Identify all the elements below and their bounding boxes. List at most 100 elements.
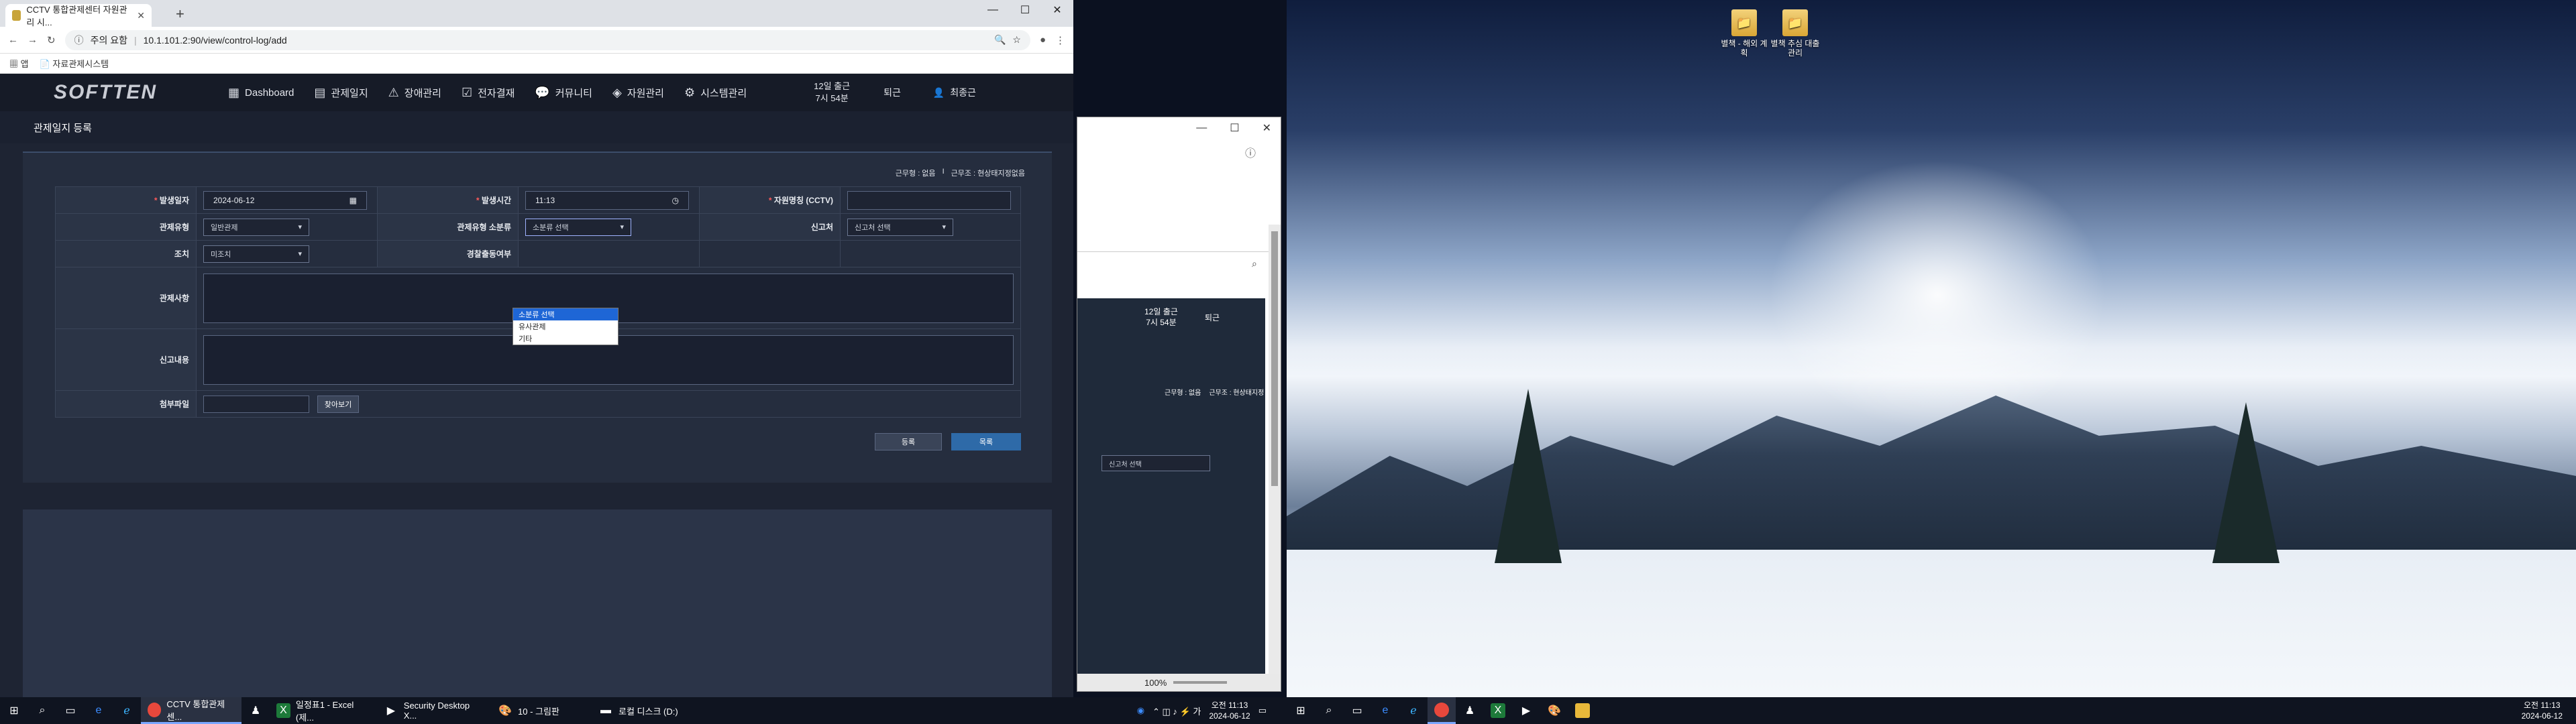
new-tab-button[interactable]: +	[176, 5, 184, 23]
user-menu[interactable]: 👤 최종근	[933, 86, 976, 99]
zoom-icon[interactable]: 🔍	[994, 34, 1006, 46]
forward-icon[interactable]: →	[28, 34, 38, 46]
app-icon: ♟	[1464, 705, 1475, 717]
tab-close-icon[interactable]: ✕	[137, 10, 145, 21]
dropdown-option[interactable]: 소분류 선택	[513, 308, 618, 320]
taskbar: ⊞ ⌕ ▭ e ℯ CCTV 통합관제센... ♟ X 일정표1 - Excel …	[0, 697, 1287, 724]
reload-icon[interactable]: ↻	[47, 34, 56, 46]
tray-icons[interactable]: ⌃ ◫ ♪ ⚡ 가	[1152, 705, 1201, 717]
type-select[interactable]: 일반관제 ▾	[203, 218, 309, 236]
browse-button[interactable]: 찾아보기	[317, 395, 359, 413]
ie-button[interactable]: ℯ	[1399, 697, 1428, 724]
date-label: * 발생일자	[55, 186, 197, 214]
tab-bar: CCTV 통합관제센터 자원관리 시... ✕ + — ☐ ✕	[0, 0, 1073, 27]
taskbar-item-app[interactable]: ♟	[241, 697, 270, 724]
desktop-icon-label: 별책 추심 대출관리	[1770, 39, 1820, 58]
tray-app-icon[interactable]: ◉	[1137, 705, 1144, 716]
menu-icon[interactable]: ⋮	[1055, 34, 1065, 46]
ie-button[interactable]: ℯ	[113, 697, 141, 724]
taskbar-item-security[interactable]: ▶ Security Desktop X...	[377, 697, 491, 724]
sunlight	[1770, 161, 2105, 429]
time-input[interactable]: 11:13 ◷	[525, 190, 689, 210]
edge-button[interactable]: e	[1371, 697, 1399, 724]
register-button[interactable]: 등록	[875, 433, 942, 450]
clock[interactable]: 오전 11:13 2024-06-12	[1209, 700, 1250, 721]
excel-button[interactable]: X	[1484, 697, 1512, 724]
star-icon[interactable]: ☆	[1012, 34, 1021, 46]
page-title: 관제일지 등록	[0, 111, 1073, 143]
nav-item-community[interactable]: 💬 커뮤니티	[535, 86, 592, 100]
folder-icon: 📁	[1731, 9, 1757, 36]
taskbar-item-chrome[interactable]: CCTV 통합관제센...	[141, 697, 241, 724]
maximize-button[interactable]: ☐	[1230, 121, 1239, 135]
search-button[interactable]: ⌕	[1315, 697, 1343, 724]
chrome-button[interactable]	[1428, 697, 1456, 724]
leave-button[interactable]: 퇴근	[883, 86, 901, 99]
nav-item-system[interactable]: ⚙ 시스템관리	[684, 86, 747, 100]
bookmark-item[interactable]: ▦ 앱	[9, 57, 29, 70]
zoom-slider[interactable]	[1173, 681, 1228, 684]
security-label: 주의 요함	[90, 34, 127, 46]
nav-item-resource[interactable]: ◈ 자원관리	[612, 86, 664, 100]
subtype-select[interactable]: 소분류 선택 ▾	[525, 218, 631, 236]
back-icon[interactable]: ←	[8, 34, 18, 46]
clock-icon[interactable]: ◷	[672, 196, 679, 205]
calendar-icon[interactable]: ▦	[350, 196, 357, 205]
task-view-button[interactable]: ▭	[1343, 697, 1371, 724]
scrollbar[interactable]	[1269, 225, 1281, 687]
minimize-button[interactable]: —	[977, 0, 1009, 20]
attach-label: 첨부파일	[55, 390, 197, 418]
url-text: 10.1.101.2:90/view/control-log/add	[143, 34, 287, 46]
tab-title: CCTV 통합관제센터 자원관리 시...	[26, 5, 127, 27]
reporter-label: 신고처	[699, 213, 841, 241]
bookmark-item[interactable]: 📄 자료관제시스템	[40, 57, 109, 70]
dropdown-option[interactable]: 유사관제	[513, 320, 618, 333]
browser-tab[interactable]: CCTV 통합관제센터 자원관리 시... ✕	[5, 4, 152, 27]
dropdown-option[interactable]: 기타	[513, 333, 618, 345]
edge-button[interactable]: e	[85, 697, 113, 724]
close-button[interactable]: ✕	[1263, 121, 1271, 135]
date-input[interactable]: 2024-06-12 ▦	[203, 190, 367, 210]
folder-icon: 📁	[1782, 9, 1808, 36]
task-view-button[interactable]: ▭	[56, 697, 85, 724]
taskbar-item-excel[interactable]: X 일정표1 - Excel (제...	[270, 697, 377, 724]
subtype-dropdown[interactable]: 소분류 선택 유사관제 기타	[513, 308, 619, 345]
nav-item-fault[interactable]: ⚠ 장애관리	[388, 86, 441, 100]
time-label: * 발생시간	[377, 186, 519, 214]
close-button[interactable]: ✕	[1041, 0, 1073, 20]
cctv-input[interactable]	[847, 190, 1011, 210]
clock[interactable]: 오전 11:13 2024-06-12	[2522, 700, 2576, 721]
start-button[interactable]: ⊞	[1287, 697, 1315, 724]
reporter-select[interactable]: 신고처 선택 ▾	[847, 218, 953, 236]
taskbar-item-paint[interactable]: 🎨 10 - 그림판	[491, 697, 592, 724]
reporter-select[interactable]: 신고처 선택	[1102, 455, 1210, 471]
leave-label: 퇴근	[1205, 313, 1220, 322]
start-button[interactable]: ⊞	[0, 697, 28, 724]
search-icon: ⌕	[1326, 705, 1332, 716]
nav-item-approval[interactable]: ☑ 전자결재	[462, 86, 515, 100]
content-label: 관제사항	[55, 267, 197, 329]
profile-icon[interactable]: ●	[1040, 34, 1046, 46]
search-icon[interactable]: ⌕	[1252, 258, 1257, 269]
list-button[interactable]: 목록	[951, 433, 1021, 450]
police-value[interactable]	[518, 240, 700, 267]
date-line2: 7시 54분	[1146, 318, 1177, 327]
action-select[interactable]: 미조치 ▾	[203, 245, 309, 263]
security-button[interactable]: ▶	[1512, 697, 1540, 724]
nav-item-dashboard[interactable]: ▦ Dashboard	[228, 86, 294, 100]
search-button[interactable]: ⌕	[28, 697, 56, 724]
desktop-icon[interactable]: 📁 별책 추심 대출관리	[1768, 9, 1822, 58]
omnibox[interactable]: ⓘ 주의 요함 | 10.1.101.2:90/view/control-log…	[64, 29, 1030, 50]
paint-button[interactable]: 🎨	[1540, 697, 1568, 724]
maximize-button[interactable]: ☐	[1009, 0, 1041, 20]
minimize-button[interactable]: —	[1196, 122, 1207, 134]
nav-item-control-log[interactable]: ▤ 관제일지	[314, 86, 368, 100]
taskbar-item-disk[interactable]: ▬ 로컬 디스크 (D:)	[592, 697, 699, 724]
info-left: 근무형 : 없음	[895, 170, 936, 178]
attach-input[interactable]	[203, 395, 309, 413]
explorer-button[interactable]	[1568, 697, 1597, 724]
desktop-icon[interactable]: 📁 별책 - 해외 계획	[1717, 9, 1771, 58]
ie-icon: ℯ	[1410, 705, 1417, 717]
notification-icon[interactable]: ▭	[1258, 705, 1267, 716]
app-button[interactable]: ♟	[1456, 697, 1484, 724]
